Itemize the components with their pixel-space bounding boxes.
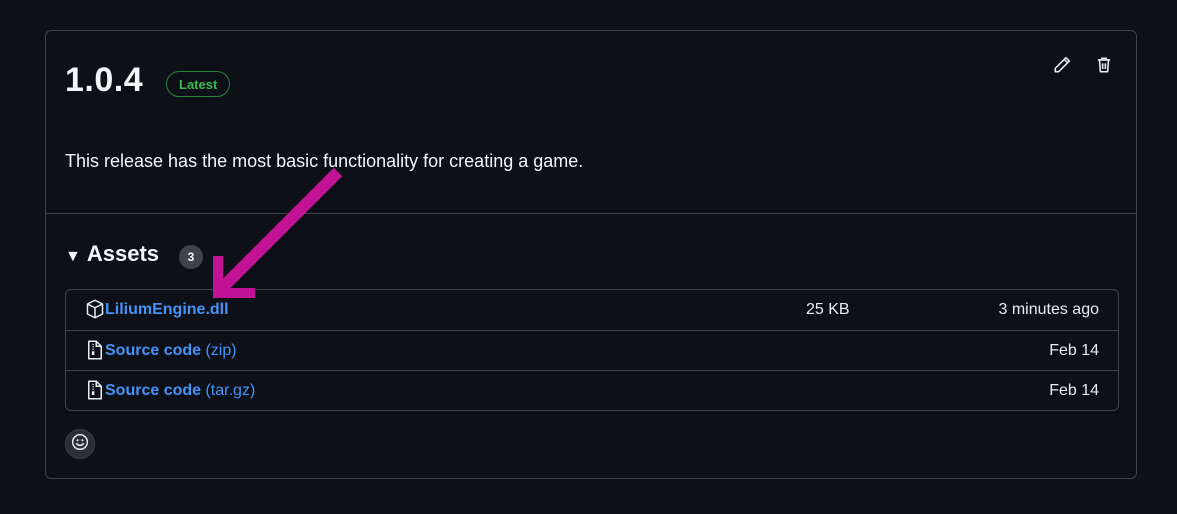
asset-link-source-zip[interactable]: Source code (zip) bbox=[105, 342, 237, 360]
list-item: Source code (zip) Feb 14 bbox=[66, 330, 1118, 371]
assets-title: Assets bbox=[86, 241, 159, 266]
asset-link-dll[interactable]: LiliumEngine.dll bbox=[105, 301, 229, 319]
add-reaction-button[interactable] bbox=[65, 429, 95, 459]
divider bbox=[46, 213, 1136, 214]
assets-list: LiliumEngine.dll 25 KB 3 minutes ago Sou… bbox=[65, 289, 1119, 411]
asset-date: Feb 14 bbox=[1049, 342, 1099, 359]
trash-icon bbox=[1095, 56, 1113, 79]
asset-size: 25 KB bbox=[806, 301, 850, 318]
pencil-icon bbox=[1053, 56, 1071, 79]
asset-link-source-targz[interactable]: Source code (tar.gz) bbox=[105, 382, 255, 400]
release-card: 1.0.4 Latest This release has the most b… bbox=[45, 30, 1137, 479]
file-zip-icon bbox=[85, 340, 105, 360]
list-item: LiliumEngine.dll 25 KB 3 minutes ago bbox=[66, 290, 1118, 330]
file-zip-icon bbox=[85, 380, 105, 400]
asset-date: 3 minutes ago bbox=[998, 301, 1099, 318]
list-item: Source code (tar.gz) Feb 14 bbox=[66, 370, 1118, 410]
delete-button[interactable] bbox=[1092, 55, 1116, 79]
assets-count-badge: 3 bbox=[179, 245, 203, 269]
release-description: This release has the most basic function… bbox=[65, 151, 584, 171]
assets-toggle[interactable]: ▼ Assets bbox=[65, 241, 159, 267]
triangle-down-icon: ▼ bbox=[65, 248, 81, 265]
package-icon bbox=[85, 299, 105, 319]
edit-button[interactable] bbox=[1050, 55, 1074, 79]
asset-date: Feb 14 bbox=[1049, 382, 1099, 399]
latest-badge: Latest bbox=[166, 71, 231, 97]
smiley-icon bbox=[71, 433, 89, 456]
release-version: 1.0.4 bbox=[65, 61, 144, 99]
